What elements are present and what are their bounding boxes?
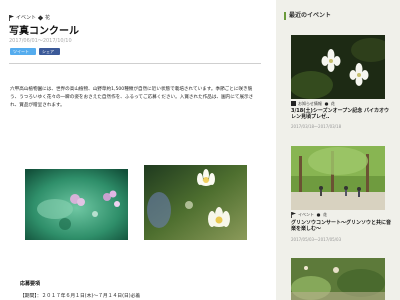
share-label: シェア	[42, 48, 54, 54]
flower-icon	[316, 213, 321, 217]
flag-icon	[291, 212, 296, 218]
flower-icon	[324, 102, 329, 106]
article-category[interactable]: イベント	[16, 14, 36, 21]
article-meta: イベント 花	[9, 14, 50, 21]
divider	[9, 63, 261, 64]
facebook-share-button[interactable]: シェア	[39, 48, 60, 55]
sidebar-card-category[interactable]: お知らせ情報	[298, 101, 322, 107]
sidebar-heading: 最近のイベント	[284, 12, 392, 20]
tweet-label: ツイート	[13, 48, 29, 54]
sidebar-card-title-1[interactable]: 3/18(土)シーズンオープン記念 パイカオウレン見頃プレゼ‥	[291, 108, 391, 120]
article-photo-1	[25, 169, 128, 240]
sidebar-card-date-2: 2017/05/03〜2017/05/03	[291, 237, 342, 242]
article-main: イベント 花 写真コンクール 2017/06/01〜2017/10/10 ツイー…	[0, 0, 276, 300]
application-period: 【期間】：２０１７年６月１日(木)〜７月１４日(日)必着	[20, 294, 141, 299]
sidebar-card-title-2[interactable]: グリンソウコンサート〜グリンソウと共に音楽を楽しむ〜	[291, 220, 391, 232]
article-body: 六甲高山植物園には、世界の高山植物、山野草約1,500種類が自然に近い状態で栽培…	[10, 87, 254, 108]
article-photo-2	[144, 165, 247, 240]
article-flower-label[interactable]: 花	[45, 14, 50, 21]
sidebar-card-flower[interactable]: 花	[323, 212, 327, 218]
article-date: 2017/06/01〜2017/10/10	[9, 38, 72, 44]
flower-icon	[38, 15, 43, 20]
sidebar-card-image-1[interactable]	[291, 35, 385, 99]
share-buttons: ツイート シェア	[10, 48, 60, 55]
info-icon	[291, 101, 296, 106]
tweet-button[interactable]: ツイート	[10, 48, 36, 55]
sidebar-card-flower[interactable]: 花	[331, 101, 335, 107]
sidebar-card-date-1: 2017/03/18〜2017/03/18	[291, 124, 342, 129]
sidebar-card-image-3[interactable]	[291, 258, 385, 300]
sidebar-card-image-2[interactable]	[291, 146, 385, 210]
sidebar-card-meta-1: お知らせ情報 花	[291, 101, 335, 107]
sidebar: 最近のイベント	[284, 12, 392, 20]
page-title: 写真コンクール	[9, 26, 79, 37]
flag-icon	[9, 14, 14, 21]
sidebar-card-category[interactable]: イベント	[298, 212, 314, 218]
sidebar-card-meta-2: イベント 花	[291, 212, 327, 218]
section-heading: 応募要項	[20, 281, 41, 287]
